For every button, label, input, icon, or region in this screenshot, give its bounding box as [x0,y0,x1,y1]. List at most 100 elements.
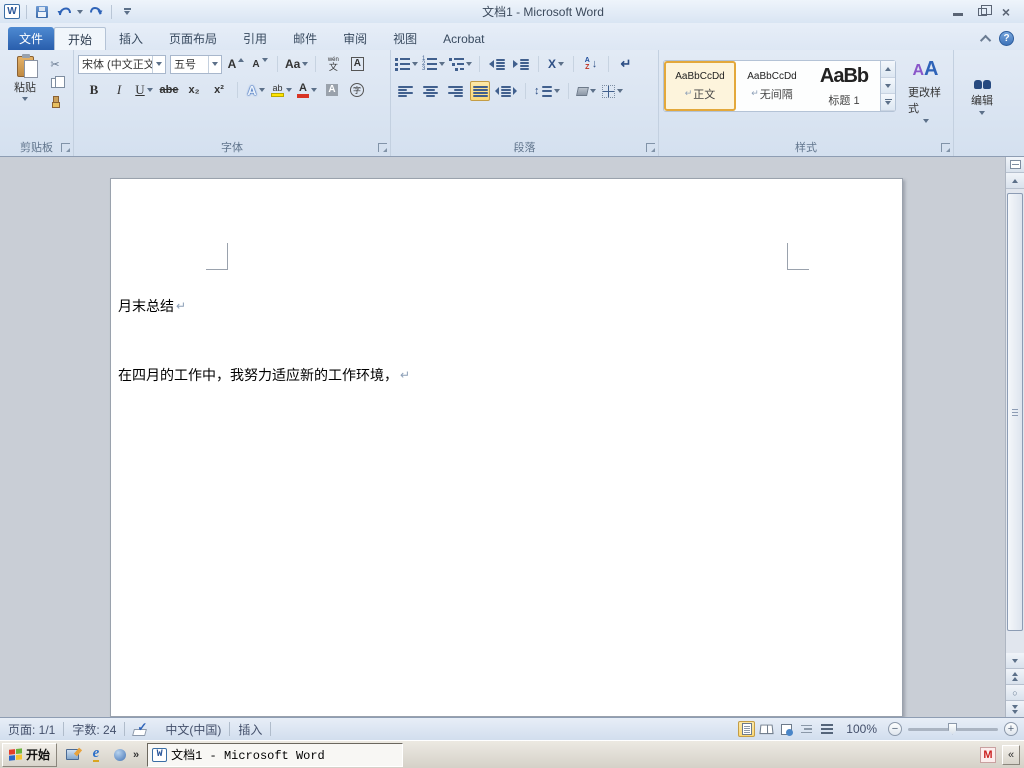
font-name-combo[interactable]: 宋体 (中文正文 [78,54,166,74]
undo-dropdown-arrow[interactable] [77,9,83,14]
align-right-button[interactable] [445,81,465,101]
ruler-toggle-button[interactable] [1006,157,1024,173]
paragraph-dialog-launcher[interactable] [646,143,655,152]
draft-view-button[interactable] [818,721,835,737]
sort-button[interactable]: AZ ↓ [581,54,601,74]
tab-mailings[interactable]: 邮件 [280,27,330,50]
spell-check-indicator[interactable]: ✓ [125,718,157,740]
font-name-dropdown[interactable] [152,55,165,73]
word-app-icon[interactable]: W [4,4,20,19]
select-browse-object-button[interactable]: ○ [1006,685,1024,701]
paste-dropdown-arrow[interactable] [22,97,28,101]
tab-page-layout[interactable]: 页面布局 [156,27,230,50]
page-number-indicator[interactable]: 页面: 1/1 [0,718,63,740]
fullscreen-reading-view-button[interactable] [758,721,775,737]
taskbar-word-button[interactable]: W 文档1 - Microsoft Word [147,742,404,767]
strikethrough-button[interactable]: abe [159,80,179,100]
justify-button[interactable] [470,81,490,101]
document-text[interactable]: 月末总结 ↵ 在四月的工作中，我努力适应新的工作环境， ↵ [118,249,410,433]
underline-button[interactable]: U [134,80,154,100]
language-indicator[interactable]: 中文(中国) [157,718,229,740]
font-dialog-launcher[interactable] [378,143,387,152]
style-no-spacing[interactable]: AaBbCcDd ↵ 无间隔 [736,61,808,111]
minimize-ribbon-icon[interactable] [979,34,992,46]
font-color-button[interactable]: A [297,80,317,100]
scrollbar-thumb[interactable] [1007,193,1023,631]
clipboard-dialog-launcher[interactable] [61,143,70,152]
quicklaunch-show-desktop[interactable] [63,746,81,764]
next-page-button[interactable] [1006,701,1024,717]
gallery-more-button[interactable] [881,94,895,112]
tab-file[interactable]: 文件 [8,27,54,50]
insert-mode-indicator[interactable]: 插入 [230,718,270,740]
quicklaunch-internet-explorer[interactable]: e [87,746,105,764]
doc-line-2[interactable]: 在四月的工作中，我努力适应新的工作环境， ↵ [118,364,410,387]
gallery-scroll-up[interactable] [881,61,895,78]
grow-font-button[interactable]: A [226,54,246,74]
numbering-button[interactable]: 123 [422,54,445,74]
shrink-font-button[interactable]: A [250,54,270,74]
multilevel-list-button[interactable] [449,54,472,74]
tab-acrobat[interactable]: Acrobat [430,27,497,50]
gallery-scroll-down[interactable] [881,77,895,95]
editing-button[interactable]: 编辑 [965,56,999,138]
doc-line-1[interactable]: 月末总结 ↵ [118,295,410,318]
tab-review[interactable]: 审阅 [330,27,380,50]
redo-button[interactable] [87,3,105,20]
cut-button[interactable]: ✂ [46,56,64,72]
font-size-combo[interactable]: 五号 [170,54,222,74]
text-effects-button[interactable]: A [246,80,266,100]
tray-collapse-button[interactable]: « [1002,744,1020,765]
scrollbar-track[interactable] [1006,189,1024,653]
asian-layout-button[interactable]: X [546,54,566,74]
tab-references[interactable]: 引用 [230,27,280,50]
outline-view-button[interactable] [798,721,815,737]
zoom-slider-thumb[interactable] [948,722,957,735]
close-button[interactable]: × [998,4,1014,20]
shading-button[interactable] [576,81,597,101]
show-hide-marks-button[interactable]: ↵ [616,54,636,74]
increase-indent-button[interactable] [511,54,531,74]
web-layout-view-button[interactable] [778,721,795,737]
phonetic-guide-button[interactable]: wén 文 [323,54,343,74]
tab-home[interactable]: 开始 [54,27,107,50]
zoom-level[interactable]: 100% [846,722,877,736]
zoom-out-button[interactable]: − [888,722,902,736]
borders-button[interactable] [601,81,623,101]
undo-button[interactable] [55,3,73,20]
line-spacing-button[interactable]: ↕ [534,81,560,101]
paste-button[interactable]: 粘贴 [4,54,46,101]
decrease-indent-button[interactable] [487,54,507,74]
font-size-dropdown[interactable] [208,55,221,73]
bullets-button[interactable] [395,54,418,74]
customize-qat-button[interactable] [118,3,136,20]
tray-m-icon[interactable]: M [980,746,996,763]
minimize-button[interactable] [950,6,966,18]
zoom-slider-track[interactable] [908,722,998,735]
help-button[interactable]: ? [999,31,1014,46]
word-count-indicator[interactable]: 字数: 24 [64,718,124,740]
quicklaunch-overflow-button[interactable]: » [133,749,139,761]
italic-button[interactable]: I [109,80,129,100]
save-button[interactable] [33,3,51,20]
zoom-in-button[interactable]: + [1004,722,1018,736]
change-case-button[interactable]: Aa [285,54,309,74]
quicklaunch-app[interactable] [111,746,129,764]
start-button[interactable]: 开始 [2,742,58,767]
styles-dialog-launcher[interactable] [941,143,950,152]
align-center-button[interactable] [420,81,440,101]
style-heading1[interactable]: AaBb 标题 1 [808,61,880,111]
distributed-button[interactable] [495,81,517,101]
change-styles-button[interactable]: AA 更改样式 [902,56,949,125]
format-painter-button[interactable] [46,94,64,110]
print-layout-view-button[interactable] [738,721,756,737]
bold-button[interactable]: B [84,80,104,100]
subscript-button[interactable]: x₂ [184,80,204,100]
enclose-characters-button[interactable]: 字 [347,80,367,100]
tab-view[interactable]: 视图 [380,27,430,50]
align-left-button[interactable] [395,81,415,101]
restore-button[interactable] [974,4,992,18]
scroll-down-button[interactable] [1006,653,1024,669]
tab-insert[interactable]: 插入 [106,27,156,50]
highlight-button[interactable]: ab [271,80,292,100]
